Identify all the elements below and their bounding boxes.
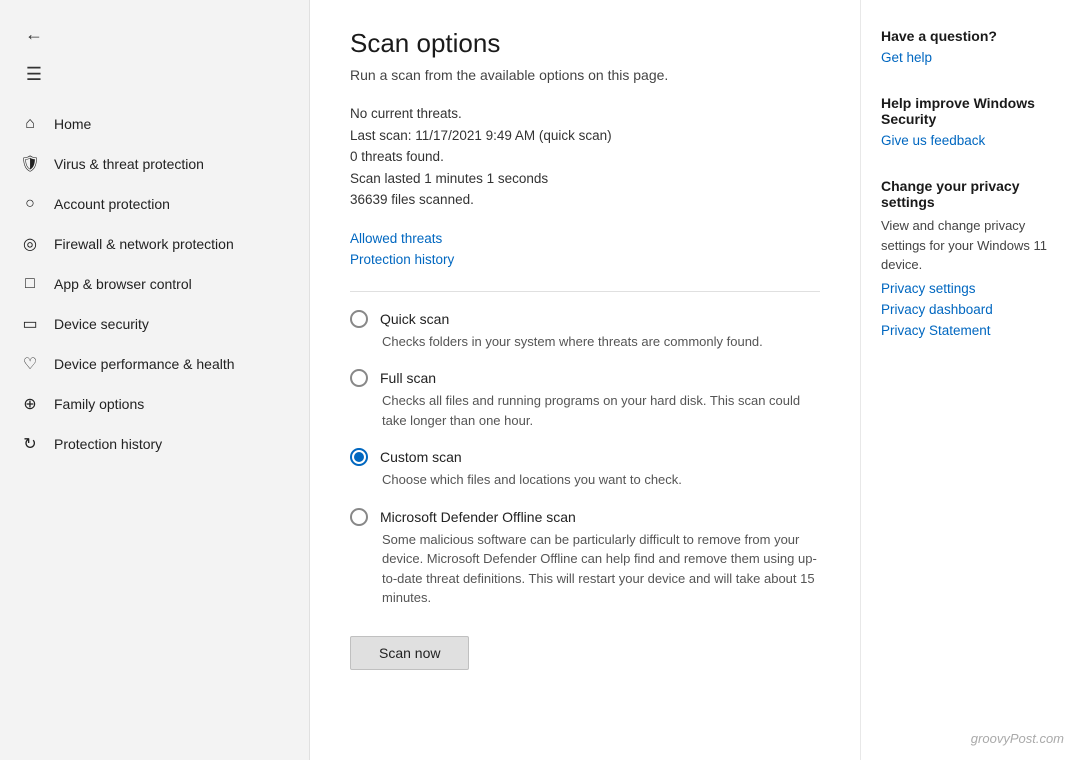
scan-option-name-offline-scan: Microsoft Defender Offline scan: [380, 509, 576, 525]
sidebar-label-virus: Virus & threat protection: [54, 156, 204, 172]
sidebar-top-icons: ← ☰: [0, 8, 309, 96]
status-line3: 0 threats found.: [350, 146, 820, 168]
scan-option-name-full-scan: Full scan: [380, 370, 436, 386]
status-line5: 36639 files scanned.: [350, 189, 820, 211]
scan-option-custom-scan: Custom scan Choose which files and locati…: [350, 448, 820, 490]
sidebar-label-app-browser: App & browser control: [54, 276, 192, 292]
right-section: Have a question? Get help: [881, 28, 1060, 71]
status-line1: No current threats.: [350, 103, 820, 125]
scan-option-desc-quick-scan: Checks folders in your system where thre…: [382, 332, 820, 352]
sidebar-item-protection-history[interactable]: ↻ Protection history: [4, 424, 305, 464]
sidebar-label-home: Home: [54, 116, 91, 132]
radio-custom-scan[interactable]: [350, 448, 368, 466]
virus-icon: 🛡: [20, 154, 40, 174]
main-content: Scan options Run a scan from the availab…: [310, 0, 860, 760]
allowed-threats-link[interactable]: Allowed threats: [350, 231, 820, 246]
status-line2: Last scan: 11/17/2021 9:49 AM (quick sca…: [350, 125, 820, 147]
right-panel-link[interactable]: Give us feedback: [881, 133, 1060, 148]
right-section-title: Have a question?: [881, 28, 1060, 44]
device-perf-icon: ♡: [20, 354, 40, 374]
right-section-title: Help improve Windows Security: [881, 95, 1060, 127]
family-icon: ⊕: [20, 394, 40, 414]
scan-option-label-full-scan[interactable]: Full scan: [350, 369, 820, 387]
status-line4: Scan lasted 1 minutes 1 seconds: [350, 168, 820, 190]
home-icon: ⌂: [20, 114, 40, 134]
sidebar-item-app-browser[interactable]: □ App & browser control: [4, 264, 305, 304]
sidebar-item-device-security[interactable]: ▭ Device security: [4, 304, 305, 344]
scan-option-label-offline-scan[interactable]: Microsoft Defender Offline scan: [350, 508, 820, 526]
right-panel: Have a question? Get help Help improve Win…: [860, 0, 1080, 760]
menu-button[interactable]: ☰: [16, 56, 52, 92]
page-title: Scan options: [350, 28, 820, 59]
right-section: Change your privacy settings View and cha…: [881, 178, 1060, 344]
page-subtitle: Run a scan from the available options on…: [350, 67, 820, 83]
sidebar-label-firewall: Firewall & network protection: [54, 236, 234, 252]
scan-option-name-custom-scan: Custom scan: [380, 449, 462, 465]
sidebar-label-device-perf: Device performance & health: [54, 356, 235, 372]
scan-option-desc-custom-scan: Choose which files and locations you wan…: [382, 470, 820, 490]
scan-status: No current threats. Last scan: 11/17/202…: [350, 103, 820, 211]
scan-option-desc-full-scan: Checks all files and running programs on…: [382, 391, 820, 430]
right-panel-link[interactable]: Privacy Statement: [881, 323, 1060, 338]
back-button[interactable]: ←: [16, 16, 52, 52]
radio-quick-scan[interactable]: [350, 310, 368, 328]
scan-option-desc-offline-scan: Some malicious software can be particula…: [382, 530, 820, 608]
sidebar-item-device-perf[interactable]: ♡ Device performance & health: [4, 344, 305, 384]
right-panel-link[interactable]: Get help: [881, 50, 1060, 65]
scan-option-name-quick-scan: Quick scan: [380, 311, 449, 327]
sidebar-label-family: Family options: [54, 396, 144, 412]
sidebar-item-firewall[interactable]: ◎ Firewall & network protection: [4, 224, 305, 264]
firewall-icon: ◎: [20, 234, 40, 254]
right-section: Help improve Windows Security Give us fee…: [881, 95, 1060, 154]
sidebar-nav: ⌂ Home 🛡 Virus & threat protection ○ Account …: [0, 104, 309, 760]
right-panel-link[interactable]: Privacy dashboard: [881, 302, 1060, 317]
watermark: groovyPost.com: [971, 731, 1064, 746]
protection-history-icon: ↻: [20, 434, 40, 454]
sidebar-item-virus[interactable]: 🛡 Virus & threat protection: [4, 144, 305, 184]
scan-now-button[interactable]: Scan now: [350, 636, 469, 670]
sidebar-label-protection-history: Protection history: [54, 436, 162, 452]
scan-option-full-scan: Full scan Checks all files and running pr…: [350, 369, 820, 430]
sidebar-item-account[interactable]: ○ Account protection: [4, 184, 305, 224]
scan-option-label-quick-scan[interactable]: Quick scan: [350, 310, 820, 328]
right-panel-link[interactable]: Privacy settings: [881, 281, 1060, 296]
sidebar: ← ☰ ⌂ Home 🛡 Virus & threat protection ○ Acco…: [0, 0, 310, 760]
protection-history-link[interactable]: Protection history: [350, 252, 820, 267]
right-section-desc: View and change privacy settings for you…: [881, 216, 1060, 275]
sidebar-label-device-security: Device security: [54, 316, 149, 332]
radio-offline-scan[interactable]: [350, 508, 368, 526]
scan-option-label-custom-scan[interactable]: Custom scan: [350, 448, 820, 466]
scan-option-quick-scan: Quick scan Checks folders in your system …: [350, 310, 820, 352]
right-section-title: Change your privacy settings: [881, 178, 1060, 210]
scan-option-offline-scan: Microsoft Defender Offline scan Some mali…: [350, 508, 820, 608]
sidebar-label-account: Account protection: [54, 196, 170, 212]
sidebar-item-family[interactable]: ⊕ Family options: [4, 384, 305, 424]
app-browser-icon: □: [20, 274, 40, 294]
divider: [350, 291, 820, 292]
account-icon: ○: [20, 194, 40, 214]
scan-options-list: Quick scan Checks folders in your system …: [350, 310, 820, 608]
sidebar-item-home[interactable]: ⌂ Home: [4, 104, 305, 144]
device-security-icon: ▭: [20, 314, 40, 334]
radio-full-scan[interactable]: [350, 369, 368, 387]
